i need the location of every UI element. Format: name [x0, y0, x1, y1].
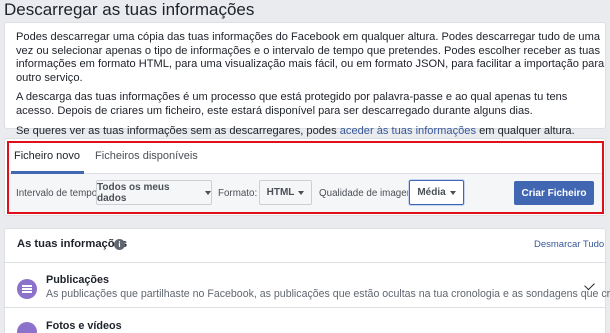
posts-icon [17, 279, 37, 299]
category-title-posts: Publicações [46, 274, 110, 286]
highlight-box [7, 141, 604, 214]
intro-paragraph-2: A descarga das tuas informações é um pro… [16, 91, 568, 117]
info-icon[interactable]: i [114, 239, 125, 250]
deselect-all-link[interactable]: Desmarcar Tudo [534, 239, 604, 250]
row-divider [4, 307, 606, 308]
intro-text-before-link: Se queres ver as tuas informações sem as… [16, 124, 340, 137]
intro-text-after-link: em qualquer altura. [476, 124, 575, 137]
your-information-title: As tuas informações [17, 238, 128, 250]
access-information-link[interactable]: aceder às tuas informações [340, 125, 476, 137]
category-title-photos-videos: Fotos e vídeos [46, 320, 122, 332]
page-title: Descarregar as tuas informações [4, 0, 255, 19]
intro-paragraph-1: Podes descarregar uma cópia das tuas inf… [16, 31, 605, 84]
section-divider [4, 262, 606, 263]
intro-card: Podes descarregar uma cópia das tuas inf… [4, 22, 606, 137]
intro-paragraph-3: Se queres ver as tuas informações sem as… [16, 125, 606, 139]
category-description-posts: As publicações que partilhaste no Facebo… [46, 288, 610, 300]
